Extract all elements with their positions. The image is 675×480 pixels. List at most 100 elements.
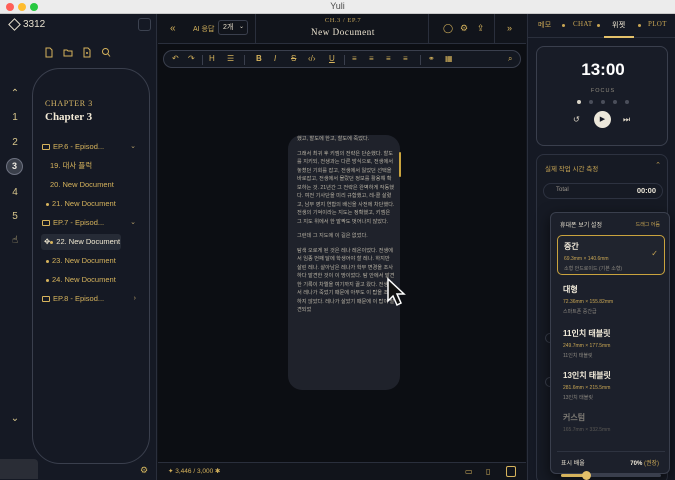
play-icon: ▶ (599, 116, 606, 123)
zoom-percent: 70% (630, 461, 643, 467)
align-center-icon[interactable]: ≡ (369, 54, 374, 63)
undo-icon[interactable]: ↶ (172, 54, 179, 63)
sidebar: 3312 ⌃ 1 2 3 4 5 ☝ ⌄ CHAPTER 3 Chapter 3… (0, 14, 157, 480)
option-name: 13인치 태블릿 (563, 371, 611, 380)
view-single-icon[interactable]: ▭ (465, 467, 473, 476)
chat-bubble-icon[interactable]: ◯ (443, 23, 453, 34)
play-button[interactable]: ▶ (594, 111, 611, 128)
menu-title: 휴대폰 보기 설정 (560, 223, 602, 229)
tree-doc-21[interactable]: 21. New Document (46, 196, 144, 212)
align-left-icon[interactable]: ≡ (352, 54, 357, 63)
session-dots (577, 100, 629, 104)
new-document-icon[interactable] (82, 47, 92, 58)
total-time-row: Total 00:00 (543, 183, 663, 199)
tab-separator-dot (562, 24, 565, 27)
underline-icon[interactable]: U (329, 54, 335, 63)
breadcrumb: CH.3 / EP.7 (324, 17, 362, 24)
rail-item-5[interactable]: 5 (4, 211, 26, 222)
zoom-slider-handle[interactable] (581, 471, 591, 480)
list-icon[interactable]: ☰ (227, 54, 234, 63)
gear-icon[interactable]: ⚙ (140, 465, 148, 476)
view-phone-icon[interactable] (506, 466, 516, 477)
tree-doc-22[interactable]: ✥ 22. New Document (41, 234, 121, 250)
document-title[interactable]: New Document (278, 27, 408, 37)
chevron-down-icon[interactable]: ⌄ (4, 413, 26, 424)
view-option-tablet-11[interactable]: 11인치 태블릿 249.7mm × 177.5mm 11인치 태블릿 (557, 323, 665, 363)
response-count-select[interactable]: 2개 ⌄ (218, 20, 248, 35)
folder-open-icon (42, 220, 50, 227)
code-icon[interactable]: ‹/› (308, 54, 316, 63)
heading-icon[interactable]: H (209, 54, 215, 63)
zoom-slider[interactable] (561, 471, 661, 480)
rail-item-4[interactable]: 4 (4, 187, 26, 198)
view-option-large[interactable]: 대형 72.36mm × 155.82mm 스마트폰 중간급 (557, 279, 665, 319)
document-body[interactable]: 했고, 할도에 한고, 할도에 죽었다. 그래서 최귀 후 키엠의 전략은 단순… (297, 135, 395, 321)
focus-timer-card: 13:00 FOCUS ↺ ▶ ⏭ (536, 46, 668, 146)
view-option-custom[interactable]: 커스텀 165.7mm × 332.5mm (557, 407, 665, 447)
settings-icon[interactable]: ⚙ (460, 23, 468, 34)
italic-icon[interactable]: I (274, 54, 276, 63)
bold-icon[interactable]: B (256, 54, 262, 63)
option-dimensions: 281.6mm × 215.5mm (563, 385, 611, 391)
chevron-up-icon[interactable]: ⌃ (4, 88, 26, 99)
tree-folder-ep7[interactable]: EP.7 - Episod... ⌄ (42, 215, 144, 231)
export-icon[interactable]: ⇪ (477, 23, 485, 34)
chevron-icon: ⌄ (130, 219, 136, 226)
skip-icon[interactable]: ⏭ (623, 115, 630, 125)
word-count: ✦ 3,446 / 3,000 ✱ (168, 467, 220, 475)
option-name: 대형 (563, 285, 578, 294)
rail-item-3[interactable]: 3 (6, 158, 23, 175)
bullet-icon (46, 202, 49, 206)
tree-doc-label: 23. New Document (52, 256, 116, 265)
tab-plot[interactable]: PLOT (648, 20, 667, 28)
tree-doc-23[interactable]: 23. New Document (46, 253, 144, 269)
redo-icon[interactable]: ↷ (188, 54, 195, 63)
option-note: 소형 안드로이드 (기본 소형) (564, 266, 623, 272)
view-book-icon[interactable]: ▯ (486, 467, 490, 476)
sidebar-collapse-button[interactable] (138, 18, 151, 31)
total-label: Total (556, 187, 569, 193)
tree-folder-label: EP.8 - Episod... (53, 294, 105, 303)
divider (344, 55, 345, 65)
zoom-value: 70% (권장) (630, 458, 659, 467)
tab-memo[interactable]: 메모 (538, 20, 551, 30)
tree-doc-24[interactable]: 24. New Document (46, 272, 144, 288)
new-folder-icon[interactable] (63, 47, 73, 58)
session-dot (577, 100, 581, 104)
tree-folder-ep6[interactable]: EP.6 - Episod... ⌄ (42, 139, 144, 155)
align-right-icon[interactable]: ≡ (386, 54, 391, 63)
file-icon[interactable] (44, 47, 54, 58)
tab-widget[interactable]: 위젯 (612, 20, 625, 30)
hand-icon[interactable]: ☝ (4, 235, 26, 246)
status-bar: ✦ 3,446 / 3,000 ✱ ▭ ▯ (158, 462, 526, 480)
ai-response-label: AI 응답 (193, 26, 215, 33)
tree-doc-20[interactable]: 20. New Document (50, 177, 144, 193)
tree-folder-ep8[interactable]: EP.8 - Episod... › (42, 291, 144, 307)
link-icon[interactable]: ⚭ (428, 54, 435, 63)
rail-item-1[interactable]: 1 (4, 112, 26, 123)
folder-icon (42, 144, 50, 151)
sidebar-footer-pill[interactable] (0, 459, 38, 479)
tree-doc-19[interactable]: 19. 대사 플럭 (50, 158, 144, 174)
view-option-medium[interactable]: 중간 69.3mm × 140.6mm 소형 안드로이드 (기본 소형) ✓ (557, 235, 665, 275)
chevron-up-icon[interactable]: ⌃ (655, 161, 661, 169)
align-justify-icon[interactable]: ≡ (403, 54, 408, 63)
total-value: 00:00 (636, 186, 656, 195)
tab-chat[interactable]: CHAT (573, 20, 592, 28)
reset-icon[interactable]: ↺ (573, 115, 580, 124)
rail-item-2[interactable]: 2 (4, 137, 26, 148)
paragraph: 탐색 오로게 된 것은 레나 레온이었다. 전생에서 임종 번째 달에 학생어야… (297, 247, 395, 314)
double-chevron-left-icon[interactable]: « (170, 23, 176, 34)
page-scroll-indicator[interactable] (399, 152, 401, 177)
menu-reset-link[interactable]: 드래그 어듬 (636, 221, 660, 228)
search-icon[interactable]: ⌕ (508, 54, 512, 64)
zoom-recommend-label: (권장) (643, 461, 659, 467)
option-note: 11인치 태블릿 (563, 353, 593, 359)
search-icon[interactable] (101, 47, 111, 58)
strikethrough-icon[interactable]: S (291, 54, 296, 63)
grid-icon[interactable]: ▦ (445, 54, 453, 63)
view-option-tablet-13[interactable]: 13인치 태블릿 281.6mm × 215.5mm 13인치 태블릿 (557, 365, 665, 405)
paragraph: 했고, 할도에 한고, 할도에 죽었다. (297, 136, 370, 142)
phone-preview-page[interactable]: 했고, 할도에 한고, 할도에 죽었다. 그래서 최귀 후 키엠의 전략은 단순… (288, 135, 400, 390)
double-chevron-right-icon[interactable]: » (507, 23, 512, 33)
